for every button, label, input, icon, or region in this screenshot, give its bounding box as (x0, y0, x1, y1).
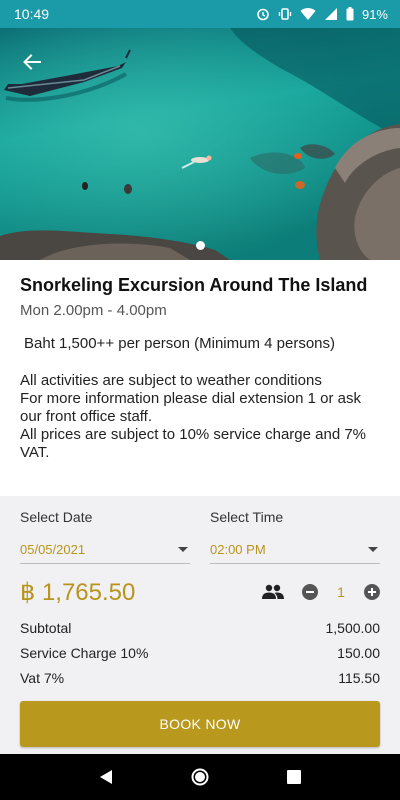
activity-notes: All activities are subject to weather co… (20, 372, 380, 462)
time-value: 02:00 PM (210, 542, 266, 557)
quantity-value: 1 (337, 584, 345, 600)
activity-price: Baht 1,500++ per person (Minimum 4 perso… (24, 335, 335, 352)
date-value: 05/05/2021 (20, 542, 86, 557)
wifi-icon (300, 7, 316, 21)
time-dropdown[interactable]: 02:00 PM (210, 536, 380, 564)
signal-icon (324, 7, 338, 21)
date-dropdown[interactable]: 05/05/2021 (20, 536, 190, 564)
back-button[interactable] (14, 44, 50, 80)
row-value: 150.00 (337, 645, 380, 661)
people-icon (262, 584, 284, 600)
selectors: Select Date 05/05/2021 Select Time 02:00… (20, 508, 380, 564)
quantity-stepper: 1 (262, 584, 380, 600)
total-row: ฿ 1,765.50 1 (20, 576, 380, 608)
note-line: All activities are subject to weather co… (20, 372, 322, 389)
arrow-back-icon (23, 54, 41, 70)
date-selector: Select Date 05/05/2021 (20, 508, 190, 564)
row-label: Subtotal (20, 620, 72, 636)
page-indicator-dot[interactable] (196, 241, 205, 250)
battery-percent: 91% (361, 6, 388, 22)
activity-details: Snorkeling Excursion Around The Island M… (0, 260, 400, 462)
decrease-quantity-button[interactable] (302, 584, 318, 600)
status-bar: 10:49 91% (0, 0, 400, 28)
alarm-icon (256, 7, 270, 21)
dropdown-arrow-icon (178, 547, 188, 552)
hero-image (0, 28, 400, 260)
service-charge-row: Service Charge 10% 150.00 (20, 641, 380, 666)
vat-row: Vat 7% 115.50 (20, 666, 380, 691)
row-value: 115.50 (338, 670, 380, 686)
vibrate-icon (278, 7, 292, 21)
increase-quantity-button[interactable] (364, 584, 380, 600)
note-line: All prices are subject to 10% service ch… (20, 426, 367, 461)
home-nav-icon[interactable] (191, 768, 209, 786)
time-label: Select Time (210, 509, 284, 525)
date-label: Select Date (20, 509, 93, 525)
activity-schedule: Mon 2.00pm - 4.00pm (20, 302, 167, 319)
row-value: 1,500.00 (325, 620, 381, 636)
recents-nav-icon[interactable] (287, 770, 301, 784)
back-nav-icon[interactable] (99, 769, 113, 785)
note-line: For more information please dial extensi… (20, 390, 362, 425)
dropdown-arrow-icon (368, 547, 378, 552)
status-icons: 91% (256, 7, 388, 22)
activity-title: Snorkeling Excursion Around The Island (20, 275, 368, 295)
battery-icon (346, 7, 354, 21)
status-time: 10:49 (14, 6, 50, 22)
subtotal-row: Subtotal 1,500.00 (20, 616, 380, 641)
time-selector: Select Time 02:00 PM (210, 508, 380, 564)
row-label: Vat 7% (20, 670, 65, 686)
book-now-button[interactable]: BOOK NOW (20, 701, 380, 747)
total-price: ฿ 1,765.50 (20, 578, 136, 606)
row-label: Service Charge 10% (20, 645, 149, 661)
system-nav-bar (0, 754, 400, 800)
booking-panel: Select Date 05/05/2021 Select Time 02:00… (0, 496, 400, 754)
price-breakdown: Subtotal 1,500.00 Service Charge 10% 150… (20, 616, 380, 691)
